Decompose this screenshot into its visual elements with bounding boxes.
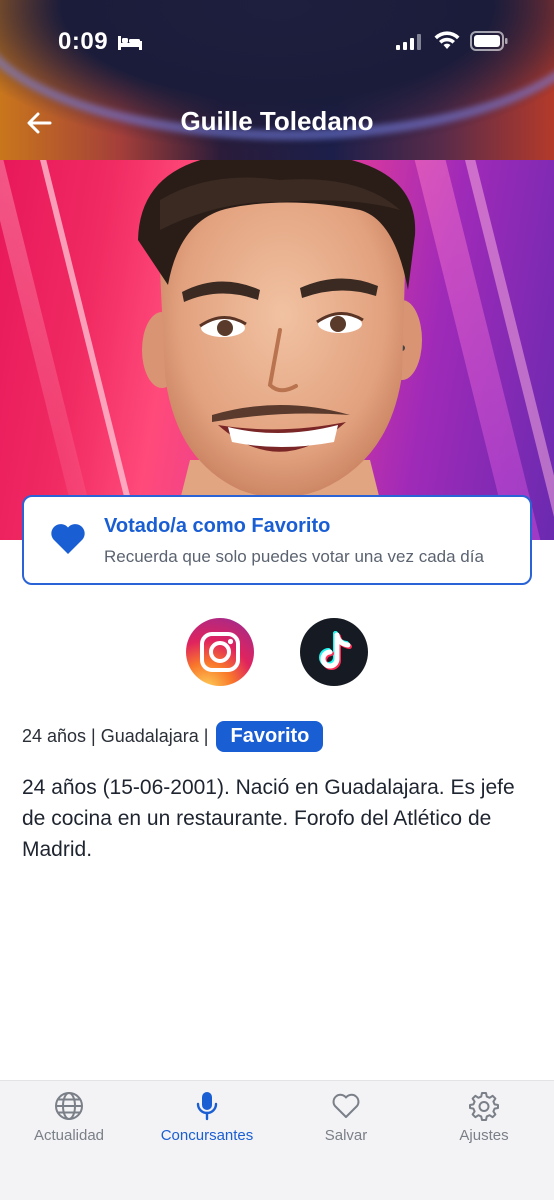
contestant-portrait — [138, 160, 422, 540]
signal-icon — [396, 34, 421, 50]
favorito-badge: Favorito — [216, 720, 324, 752]
tab-label: Concursantes — [160, 1127, 254, 1144]
instagram-icon — [186, 618, 254, 686]
age-location-text: 24 años | Guadalajara | — [22, 725, 209, 746]
bed-icon — [118, 36, 142, 50]
tab-label: Ajustes — [459, 1127, 509, 1144]
tab-concursantes[interactable]: Concursantes — [138, 1089, 276, 1159]
tab-actualidad[interactable]: Actualidad — [0, 1089, 138, 1159]
tiktok-icon — [319, 631, 352, 670]
nav-row: Guille Toledano — [0, 96, 554, 148]
tab-label: Actualidad — [33, 1127, 105, 1144]
globe-icon — [55, 1092, 83, 1120]
status-bar: 0:09 — [0, 0, 554, 80]
status-time: 0:09 — [58, 28, 109, 55]
contestant-photo — [0, 160, 554, 540]
vote-subtitle: Recuerda que solo puedes votar una vez c… — [104, 547, 484, 566]
tiktok-button[interactable] — [300, 618, 368, 686]
tab-label: Salvar — [324, 1127, 368, 1144]
vote-title: Votado/a como Favorito — [104, 515, 331, 537]
social-links — [0, 618, 554, 688]
page-title: Guille Toledano — [180, 106, 374, 136]
info-line: 24 años | Guadalajara | Favorito — [22, 720, 324, 752]
tab-bar: Actualidad Concursantes Salvar Ajustes — [0, 1080, 554, 1200]
heart-fill-icon — [51, 524, 85, 554]
bio-text: 24 años (15-06-2001). Nació en Guadalaja… — [22, 776, 515, 861]
tab-salvar[interactable]: Salvar — [277, 1089, 415, 1159]
tab-ajustes[interactable]: Ajustes — [415, 1089, 553, 1159]
wifi-icon — [434, 31, 460, 49]
battery-icon — [470, 31, 508, 51]
instagram-button[interactable] — [186, 618, 254, 686]
vote-status-card: Votado/a como Favorito Recuerda que solo… — [22, 495, 532, 585]
heart-outline-icon — [332, 1093, 360, 1118]
microphone-icon — [196, 1092, 218, 1121]
gear-icon — [469, 1092, 499, 1121]
app-header: 0:09 Guille Toledano — [0, 0, 554, 160]
